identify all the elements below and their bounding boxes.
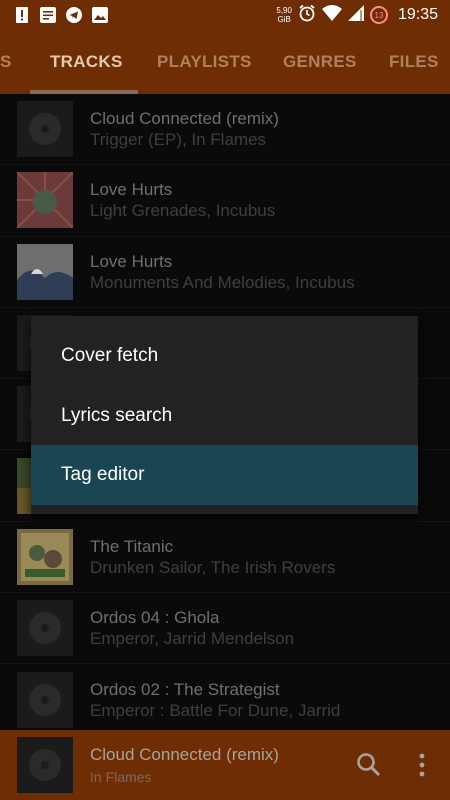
status-bar: 5,90 GiB 13 19:35 [0, 0, 450, 30]
disc-placeholder-icon [17, 600, 73, 657]
network-speed-unit: GiB [277, 15, 291, 24]
disc-placeholder-icon [17, 737, 73, 793]
tab-bar: S TRACKS PLAYLISTS GENRES FILES [0, 30, 450, 94]
search-icon[interactable] [356, 752, 382, 778]
menu-item-lyrics-search[interactable]: Lyrics search [31, 386, 418, 446]
track-title: Ordos 02 : The Strategist [90, 679, 280, 699]
album-art [17, 172, 73, 229]
disc-placeholder-icon [17, 671, 73, 728]
menu-item-cover-fetch[interactable]: Cover fetch [31, 326, 418, 386]
track-subtitle: Light Grenades, Incubus [90, 201, 276, 221]
now-playing-bar[interactable]: Cloud Connected (remix) In Flames [0, 730, 450, 800]
document-icon [40, 7, 56, 23]
image-icon [92, 7, 108, 23]
track-title: Love Hurts [90, 251, 173, 271]
tab-files[interactable]: FILES [389, 30, 439, 94]
track-row[interactable]: Ordos 02 : The Strategist Emperor : Batt… [0, 664, 450, 730]
track-subtitle: Emperor, Jarrid Mendelson [90, 629, 295, 649]
track-row[interactable]: Love Hurts Monuments And Melodies, Incub… [0, 237, 450, 308]
album-art [17, 243, 73, 300]
alarm-icon [298, 4, 316, 27]
tab-partial[interactable]: S [0, 30, 12, 94]
track-subtitle: Monuments And Melodies, Incubus [90, 272, 355, 292]
telegram-icon [66, 7, 82, 23]
disc-placeholder-icon [17, 101, 73, 158]
network-speed: 5,90 GiB [276, 6, 292, 24]
now-playing-artist: In Flames [90, 769, 152, 785]
now-playing-title: Cloud Connected (remix) [90, 745, 279, 764]
album-art [17, 528, 73, 585]
context-menu: Cover fetch Lyrics search Tag editor [31, 316, 418, 514]
wifi-icon [321, 4, 342, 26]
signal-icon [347, 4, 364, 26]
track-subtitle: Trigger (EP), In Flames [90, 130, 267, 150]
track-row[interactable]: Love Hurts Light Grenades, Incubus [0, 165, 450, 237]
notification-count-icon: 13 [369, 6, 388, 24]
track-title: Love Hurts [90, 180, 173, 200]
track-row[interactable]: Ordos 04 : Ghola Emperor, Jarrid Mendels… [0, 593, 450, 665]
tab-playlists[interactable]: PLAYLISTS [157, 30, 252, 94]
track-title: Ordos 04 : Ghola [90, 608, 220, 628]
track-row[interactable]: The Titanic Drunken Sailor, The Irish Ro… [0, 522, 450, 594]
track-subtitle: Emperor : Battle For Dune, Jarrid [90, 700, 341, 720]
track-row[interactable]: Cloud Connected (remix) Trigger (EP), In… [0, 94, 450, 166]
clock: 19:35 [397, 6, 438, 23]
more-options-icon[interactable] [412, 752, 432, 778]
track-title: The Titanic [90, 536, 174, 556]
tab-tracks[interactable]: TRACKS [50, 30, 123, 94]
tab-genres[interactable]: GENRES [283, 30, 357, 94]
network-speed-value: 5,90 [276, 6, 292, 15]
track-title: Cloud Connected (remix) [90, 109, 279, 129]
alert-icon [14, 7, 30, 23]
track-subtitle: Drunken Sailor, The Irish Rovers [90, 557, 336, 577]
menu-item-tag-editor[interactable]: Tag editor [31, 445, 418, 505]
